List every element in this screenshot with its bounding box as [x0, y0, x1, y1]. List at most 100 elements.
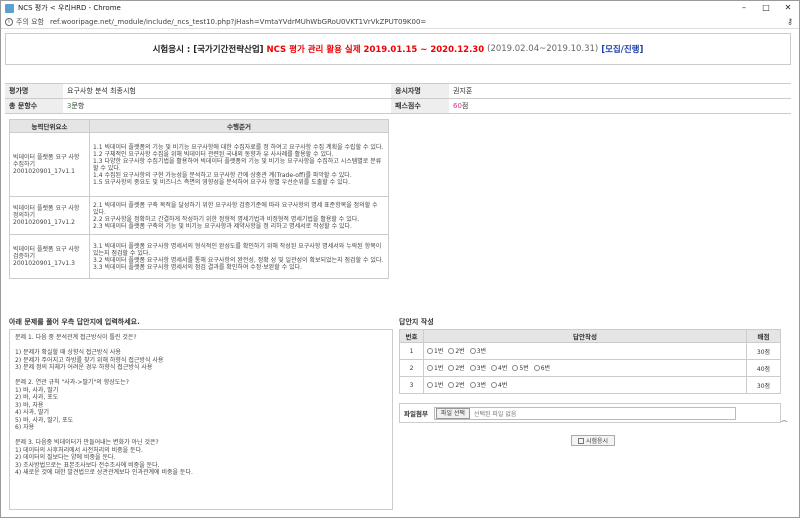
- close-icon[interactable]: ✕: [777, 1, 799, 15]
- competency-unit: 빅데이터 플랫폼 요구 사항 정의하기 2001020901_17v1.2: [9, 196, 90, 235]
- pass-score: 60점: [449, 98, 791, 114]
- option-label: 3번: [476, 348, 487, 356]
- total-count: 3문항: [63, 98, 391, 114]
- file-label: 파일첨부: [404, 410, 428, 418]
- question-line: 3) 문제 정의 자체가 어려운 경우 하향식 접근방식 사용: [15, 364, 153, 371]
- radio-button[interactable]: [448, 347, 455, 354]
- window-title: NCS 평가 < 우리HRD - Chrome: [18, 4, 121, 12]
- option-label: 1번: [434, 382, 444, 390]
- option-label: 3번: [476, 365, 487, 373]
- calendar-icon: [577, 437, 584, 444]
- answer-header-answer: 답안작성: [423, 329, 747, 343]
- table-row: 빅데이터 플랫폼 요구 사항 수집하기 2001020901_17v1.1 1.…: [9, 132, 389, 197]
- pass-unit: 점: [461, 102, 469, 110]
- answer-option[interactable]: 3번: [469, 363, 487, 373]
- question-line: 2) 데이터의 질보다는 양에 비중을 둔다.: [15, 454, 116, 461]
- radio-button[interactable]: [491, 381, 498, 388]
- title-status: [모집/진행]: [601, 45, 644, 55]
- submit-exam-button[interactable]: 시험응시: [571, 435, 615, 446]
- answer-option[interactable]: 2번: [448, 380, 465, 389]
- question-line: 문제 1. 다음 중 분석관계 접근방식이 틀린 것은?: [15, 334, 137, 341]
- radio-button[interactable]: [469, 364, 476, 371]
- radio-button[interactable]: [427, 347, 433, 354]
- title-category: 시험응시 : [국가기간전략산업]: [152, 45, 264, 55]
- title-period: (2019.02.04~2019.10.31): [487, 44, 599, 54]
- answer-points: 30점: [746, 376, 781, 394]
- option-label: 2번: [455, 348, 465, 356]
- applicant-label: 응시자명: [391, 83, 449, 99]
- info-icon[interactable]: i: [5, 17, 13, 26]
- answer-option[interactable]: 2번: [448, 346, 465, 356]
- applicant-name: 권지훈: [449, 83, 791, 99]
- table-row: 2 1번 2번 3번 4번 5번 6번 40점: [399, 359, 781, 377]
- minimize-icon[interactable]: –: [733, 1, 755, 15]
- question-line: 4) 사과, 딸기: [15, 409, 49, 416]
- eval-name: 요구사항 분석 최종시험: [63, 83, 391, 99]
- file-attach-row: 파일첨부 파일 선택 선택된 파일 없음: [399, 403, 781, 423]
- option-label: 4번: [498, 365, 508, 373]
- questions-box[interactable]: 문제 1. 다음 중 분석관계 접근방식이 틀린 것은? 1) 문제가 확실할 …: [9, 329, 393, 510]
- answer-header-points: 배점: [746, 329, 781, 343]
- question-line: 문제 2. 연관 규칙 "사과->딸기"의 향상도는?: [15, 379, 129, 386]
- maximize-icon[interactable]: □: [755, 1, 777, 15]
- file-input[interactable]: 파일 선택 선택된 파일 없음: [433, 406, 736, 420]
- answer-option[interactable]: 3번: [469, 346, 487, 356]
- radio-button[interactable]: [512, 364, 519, 371]
- key-icon[interactable]: ⚷: [787, 17, 793, 26]
- url-text[interactable]: ref.wooripage.net/_module/include/_ncs_t…: [50, 18, 787, 26]
- answer-num: 1: [399, 342, 424, 360]
- answer-option[interactable]: 1번: [427, 380, 443, 389]
- option-label: 3번: [476, 382, 487, 390]
- competency-criteria: 1.1 빅데이터 플랫폼의 기능 및 비기능 요구사항에 대한 수집자료를 정 …: [89, 132, 389, 197]
- option-label: 4번: [498, 382, 508, 390]
- option-label: 2번: [455, 365, 465, 373]
- table-row: 빅데이터 플랫폼 요구 사항 검증하기 2001020901_17v1.3 3.…: [9, 234, 389, 279]
- answer-num: 3: [399, 376, 424, 394]
- file-select-button[interactable]: 파일 선택: [435, 407, 470, 419]
- table-row: 1 1번 2번 3번 30점: [399, 342, 781, 360]
- option-label: 1번: [434, 365, 444, 373]
- radio-button[interactable]: [448, 381, 455, 388]
- radio-button[interactable]: [469, 381, 476, 388]
- radio-button[interactable]: [448, 364, 455, 371]
- question-line: 5) 바, 사과, 딸기, 포도: [15, 416, 74, 424]
- radio-button[interactable]: [469, 347, 476, 354]
- pass-label: 패스점수: [391, 98, 449, 114]
- browser-window: NCS 평가 < 우리HRD - Chrome – □ ✕ i 주의 요함 re…: [0, 0, 800, 518]
- answer-header-num: 번호: [399, 329, 424, 343]
- total-unit: 문항: [71, 102, 85, 110]
- question-line: 문제 3. 다음중 빅데이터가 만들어내는 변화가 아닌 것은?: [15, 439, 159, 446]
- answer-points: 30점: [746, 342, 781, 360]
- competency-header-criteria: 수행준거: [89, 119, 389, 133]
- answers-title: 답안지 작성: [399, 318, 434, 326]
- site-icon: [5, 3, 14, 13]
- answer-option[interactable]: 4번: [491, 380, 507, 389]
- answer-option[interactable]: 4번: [491, 363, 507, 372]
- competency-unit: 빅데이터 플랫폼 요구 사항 수집하기 2001020901_17v1.1: [9, 132, 90, 197]
- answer-sheet-table: 번호 답안작성 배점 1 1번 2번 3번 30점 2 1번 2번 3번 4번 5번 6번 40점 3 1번…: [399, 329, 781, 394]
- radio-button[interactable]: [533, 364, 540, 371]
- question-line: 1) 바, 사과, 딸기: [15, 386, 59, 394]
- answer-option[interactable]: 2번: [448, 363, 465, 373]
- answer-option[interactable]: 1번: [427, 363, 443, 372]
- answer-option[interactable]: 1번: [427, 346, 443, 355]
- answer-option[interactable]: 5번: [512, 363, 529, 372]
- question-line: 2) 문제가 주어지고 하방를 찾기 위해 하향식 접근방식 사용: [15, 356, 164, 364]
- page-title: 시험응시 : [국가기간전략산업] NCS 평가 관리 활용 실제 2019.0…: [5, 33, 791, 65]
- radio-button[interactable]: [427, 381, 433, 388]
- competency-unit: 빅데이터 플랫폼 요구 사항 검증하기 2001020901_17v1.3: [9, 234, 90, 279]
- answer-option[interactable]: 3번: [469, 380, 487, 390]
- competency-header-unit: 능력단위요소: [9, 119, 90, 133]
- pass-num: 60: [453, 102, 462, 110]
- exam-info-table: 평가명 요구사항 분석 최종시험 응시자명 권지훈 총 문항수 3문항 패스점수…: [5, 83, 791, 114]
- answer-options: 1번 2번 3번: [423, 342, 747, 360]
- option-label: 6번: [540, 365, 551, 373]
- answer-option[interactable]: 6번: [533, 363, 551, 373]
- security-warning[interactable]: 주의 요함: [16, 17, 44, 27]
- table-row: 3 1번 2번 3번 4번 30점: [399, 376, 781, 394]
- radio-button[interactable]: [491, 364, 498, 371]
- question-line: 2) 바, 사과, 포도: [15, 394, 59, 401]
- total-label: 총 문항수: [5, 98, 63, 114]
- answer-points: 40점: [746, 359, 781, 377]
- radio-button[interactable]: [427, 364, 433, 371]
